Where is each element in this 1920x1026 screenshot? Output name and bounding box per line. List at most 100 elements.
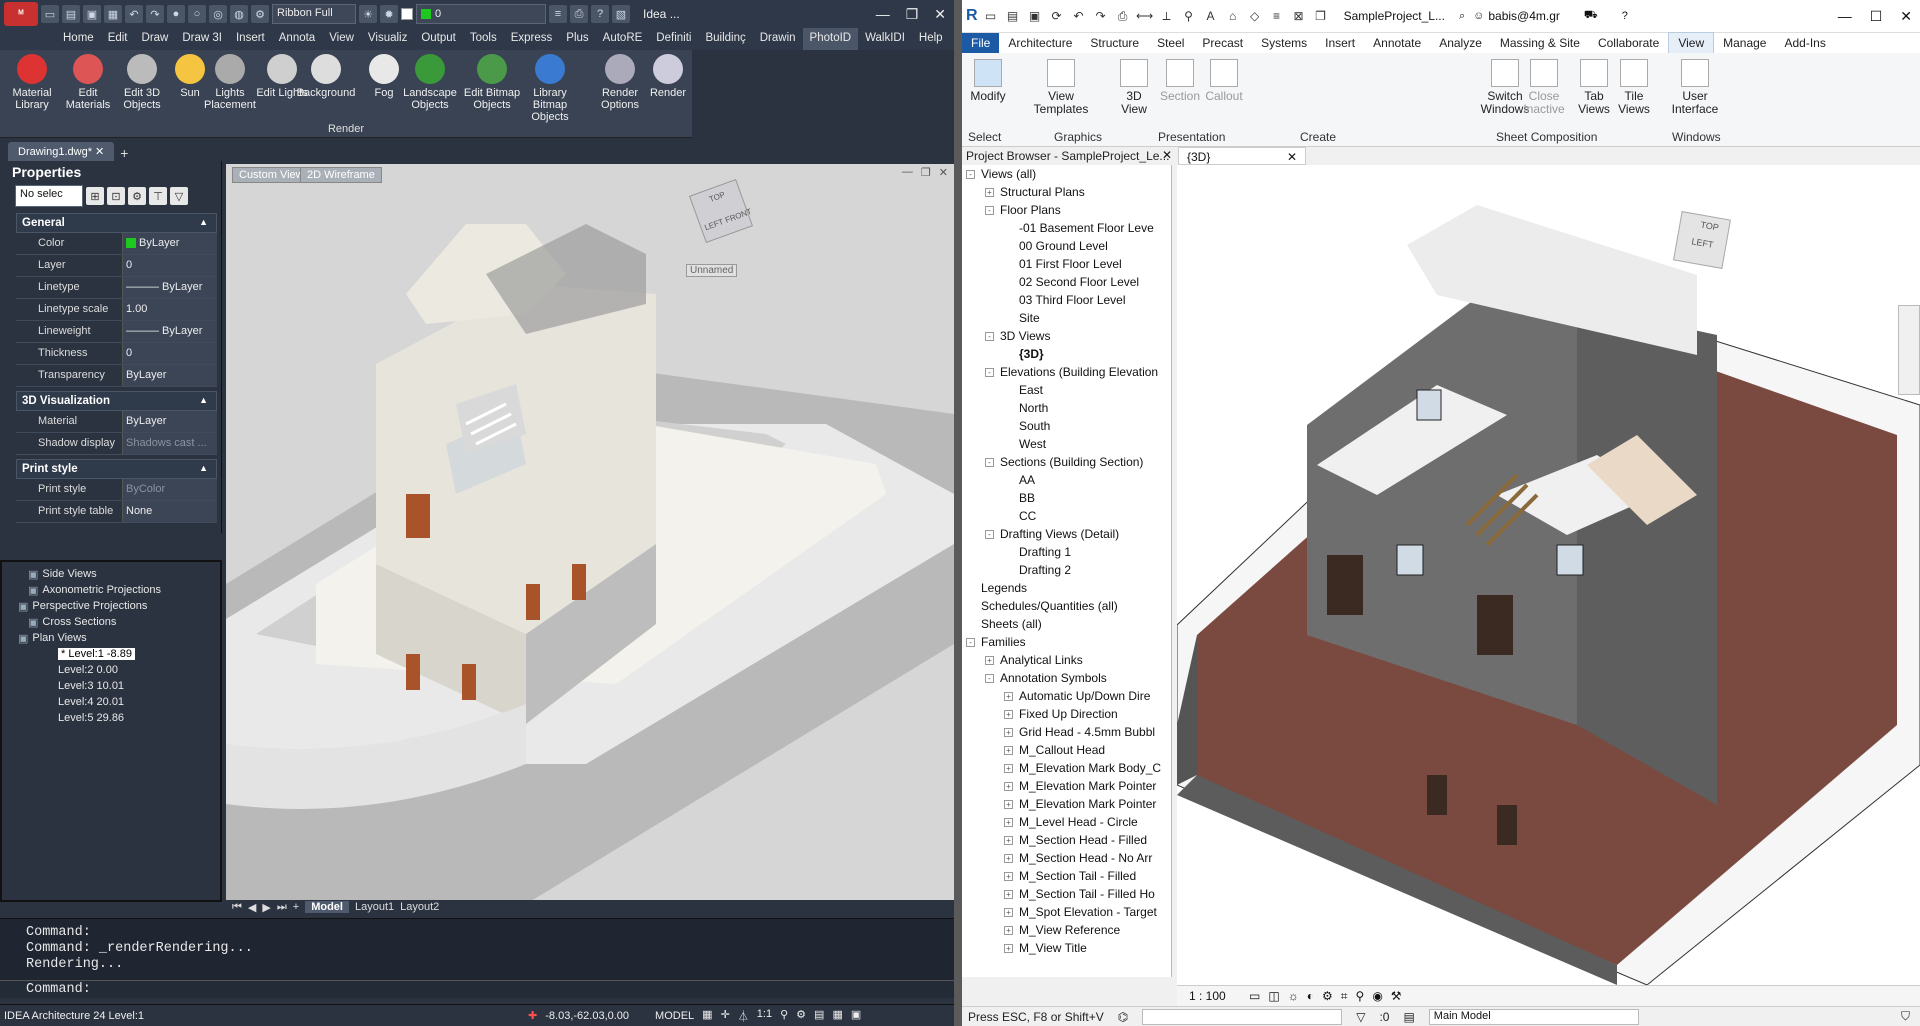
ribbon-button[interactable]: Tile Views [1612,59,1656,116]
expand-icon[interactable]: + [1004,943,1013,953]
expand-icon[interactable]: + [1004,799,1013,809]
browser-item[interactable]: 02 Second Floor Level [962,273,1171,291]
collapse-icon[interactable]: ▲ [199,395,208,405]
menu-tab[interactable]: Edit [101,28,135,50]
browser-item[interactable]: - Floor Plans [962,201,1171,219]
menu-tab[interactable]: AutoRE [596,28,650,50]
ribbon-tab[interactable]: Precast [1193,33,1252,53]
open-icon[interactable]: ▤ [62,5,80,23]
ribbon-button[interactable]: Edit Bitmap Objects [462,54,522,111]
expand-icon[interactable]: + [1004,763,1013,773]
property-value[interactable]: ByLayer [122,365,217,386]
design-option-dropdown[interactable]: Main Model [1428,1008,1639,1025]
view-tab-3d[interactable]: {3D} ✕ [1178,147,1306,165]
browser-item[interactable]: 03 Third Floor Level [962,291,1171,309]
layer-off-icon[interactable]: ○ [188,5,206,23]
ribbon-button[interactable]: User Interface [1662,59,1728,116]
browser-item[interactable]: Sheets (all) [962,615,1171,633]
menu-tab[interactable]: WalkIDI [858,28,912,50]
tag-icon[interactable]: ⚲ [1180,7,1198,25]
funnel-icon[interactable]: ▽ [170,187,188,205]
browser-item[interactable]: -3D Views [962,327,1171,345]
annotation-scale-icon[interactable]: ⏃ [738,1008,749,1024]
color-swatch[interactable] [401,8,413,20]
browser-item[interactable]: Drafting 2 [962,561,1171,579]
redo-icon[interactable]: ↷ [146,5,164,23]
property-section-header[interactable]: General ▲ [16,213,217,233]
ribbon-tab[interactable]: File [962,33,1000,53]
grid-icon[interactable]: ▦ [702,1008,712,1024]
tab-model[interactable]: Model [305,901,349,913]
browser-item[interactable]: Schedules/Quantities (all) [962,597,1171,615]
property-value[interactable]: 0 [122,255,217,276]
ribbon-button[interactable]: Tab Views [1572,59,1616,116]
tree-item[interactable]: ▣ Plan Views [8,630,214,646]
browser-item[interactable]: - Drafting Views (Detail) [962,525,1171,543]
cart-icon[interactable]: ⛟ [1584,9,1598,23]
menu-tab[interactable]: Draw [135,28,176,50]
ribbon-button[interactable]: Section [1158,59,1202,103]
close-icon[interactable]: ✕ [934,6,946,23]
workspace-icon[interactable]: ⚙ [796,1008,806,1024]
browser-item[interactable]: + M_Section Tail - Filled Ho [962,885,1171,903]
property-value[interactable]: 1.00 [122,299,217,320]
close-browser-icon[interactable]: ✕ [1162,148,1172,162]
print-icon[interactable]: ⎙ [1114,7,1132,25]
hardware-icon[interactable]: ▦ [832,1008,842,1024]
browser-item[interactable]: + M_Spot Elevation - Target [962,903,1171,921]
browser-item[interactable]: + M_Elevation Mark Pointer [962,795,1171,813]
property-value[interactable]: ByColor [122,479,217,500]
close-view-icon[interactable]: ✕ [1287,150,1297,164]
ribbon-tab[interactable]: Steel [1148,33,1193,53]
browser-item[interactable]: + M_Section Head - Filled [962,831,1171,849]
property-value[interactable]: ByLayer [122,411,217,432]
print-icon[interactable]: ⎙ [570,5,588,23]
lock-icon[interactable]: ▤ [814,1008,824,1024]
ribbon-tab[interactable]: Analyze [1430,33,1491,53]
menu-tab[interactable]: Annota [272,28,322,50]
redo-icon[interactable]: ↷ [1092,7,1110,25]
view-scale[interactable]: 1 : 100 [1189,989,1226,1003]
browser-item[interactable]: 01 First Floor Level [962,255,1171,273]
doc-tab-drawing1[interactable]: Drawing1.dwg* ✕ [8,142,115,161]
ribbon-button[interactable]: Render [638,54,698,99]
close-icon[interactable]: ✕ [1900,8,1912,25]
dimension-icon[interactable]: ⟂ [1158,7,1176,25]
browser-item[interactable]: West [962,435,1171,453]
undo-icon[interactable]: ↶ [1070,7,1088,25]
shadows-icon[interactable]: ◐ [1307,989,1314,1004]
browser-item[interactable]: + M_Callout Head [962,741,1171,759]
expand-icon[interactable]: + [1004,817,1013,827]
ribbon-tab[interactable]: Annotate [1364,33,1430,53]
save-icon[interactable]: ▣ [83,5,101,23]
clean-screen-icon[interactable]: ▣ [851,1008,861,1024]
help-icon[interactable]: ? [591,5,609,23]
expand-icon[interactable]: + [1004,727,1013,737]
tree-item[interactable]: Level:2 0.00 [8,662,214,678]
select-links-icon[interactable]: ⛉ [1901,1009,1910,1024]
property-value[interactable]: None [122,501,217,522]
tree-item[interactable]: Level:3 10.01 [8,678,214,694]
close-hidden-icon[interactable]: ⊠ [1290,7,1308,25]
layer-freeze-icon[interactable]: ◎ [209,5,227,23]
last-layout-icon[interactable]: ⏭ [277,901,287,914]
menu-tab[interactable]: Drawin [753,28,803,50]
browser-item[interactable]: East [962,381,1171,399]
collapse-icon[interactable]: - [985,457,994,467]
property-value[interactable]: ByLayer [122,233,217,254]
menu-tab[interactable]: Buildinç [698,28,752,50]
ribbon-button[interactable]: Library Bitmap Objects [520,54,580,123]
browser-item[interactable]: North [962,399,1171,417]
minimize-icon[interactable]: — [876,6,890,23]
expand-icon[interactable]: + [1004,925,1013,935]
minimize-icon[interactable]: — [1838,8,1852,25]
property-value[interactable]: Shadows cast ... [122,433,217,454]
prev-layout-icon[interactable]: ◀ [248,901,256,914]
browser-item[interactable]: 00 Ground Level [962,237,1171,255]
layer-dropdown[interactable]: 0 [416,4,546,24]
new-icon[interactable]: ▭ [41,5,59,23]
drawing-viewport[interactable]: Custom View 2D Wireframe — ❐ ✕ TOP LEFT … [226,164,954,900]
sync-icon[interactable]: ⟳ [1048,7,1066,25]
crop-icon[interactable]: ⌗ [1341,989,1348,1004]
user-account[interactable]: babis@4m.gr [1488,9,1560,23]
